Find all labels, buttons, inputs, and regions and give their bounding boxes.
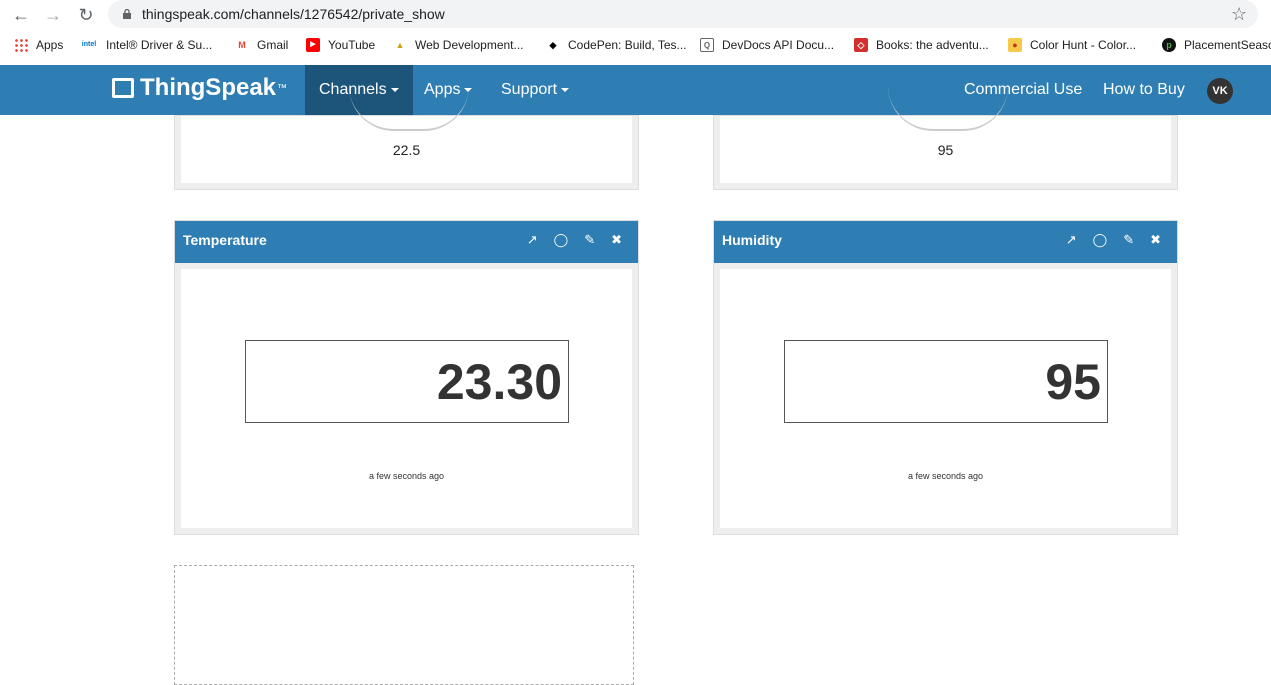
bookmark-label: Books: the adventu... bbox=[876, 38, 989, 52]
bookmark-label: YouTube bbox=[328, 38, 376, 52]
youtube-icon: ▶ bbox=[306, 38, 320, 52]
bookmark-placement[interactable]: p PlacementSeaso bbox=[1162, 38, 1271, 52]
nav-support-label: Support bbox=[501, 81, 558, 98]
forward-arrow-icon[interactable]: → bbox=[42, 4, 64, 26]
widget-header: Temperature ↗ ◯ ✎ ✖ bbox=[175, 221, 638, 263]
bookmark-intel[interactable]: intel Intel® Driver & Su... bbox=[80, 38, 212, 52]
gauge-value: 95 bbox=[937, 142, 954, 158]
url-text: thingspeak.com/channels/1276542/private_… bbox=[142, 6, 445, 22]
chat-bubble-logo-icon bbox=[112, 78, 134, 98]
nav-how-to-buy[interactable]: How to Buy bbox=[1089, 65, 1199, 115]
bookmark-youtube[interactable]: ▶ YouTube bbox=[306, 38, 375, 52]
bookmark-label: PlacementSeaso bbox=[1184, 38, 1271, 52]
gauge-arc bbox=[349, 86, 469, 131]
close-icon[interactable]: ✖ bbox=[611, 232, 622, 248]
nav-support[interactable]: Support bbox=[487, 65, 583, 115]
last-update-text: a few seconds ago bbox=[907, 471, 984, 481]
bookmark-webdev[interactable]: ▲ Web Development... bbox=[393, 38, 524, 52]
nav-how-to-buy-label: How to Buy bbox=[1103, 81, 1185, 98]
gauge-panel-body: 22.5 bbox=[181, 116, 632, 183]
bookmark-colorhunt[interactable]: ● Color Hunt - Color... bbox=[1008, 38, 1136, 52]
bookmark-label: DevDocs API Docu... bbox=[722, 38, 835, 52]
bookmark-books[interactable]: ◇ Books: the adventu... bbox=[854, 38, 989, 52]
comment-icon[interactable]: ◯ bbox=[554, 232, 569, 248]
back-arrow-icon[interactable]: ← bbox=[10, 4, 32, 26]
widget-tools: ↗ ◯ ✎ ✖ bbox=[527, 232, 622, 248]
bookmark-label: Intel® Driver & Su... bbox=[106, 38, 213, 52]
books-icon: ◇ bbox=[854, 38, 868, 52]
bookmark-devdocs[interactable]: Q DevDocs API Docu... bbox=[700, 38, 834, 52]
bookmark-label: Color Hunt - Color... bbox=[1030, 38, 1137, 52]
apps-grid-icon bbox=[14, 38, 28, 52]
gauge-value: 22.5 bbox=[392, 142, 421, 158]
widget-temperature: Temperature ↗ ◯ ✎ ✖ 23.30 a few seconds … bbox=[174, 220, 639, 535]
widget-title: Temperature bbox=[183, 232, 267, 248]
open-external-icon[interactable]: ↗ bbox=[1066, 232, 1077, 248]
bookmarks-bar: Apps intel Intel® Driver & Su... M Gmail… bbox=[0, 32, 1271, 62]
widget-title: Humidity bbox=[722, 232, 782, 248]
numeric-display: 23.30 bbox=[245, 340, 569, 423]
reload-icon[interactable]: ↻ bbox=[75, 4, 97, 26]
gauge-arc bbox=[888, 86, 1008, 131]
intel-icon: intel bbox=[81, 41, 97, 48]
gauge-panel-body: 95 bbox=[720, 116, 1171, 183]
bookmark-label: Apps bbox=[36, 38, 64, 52]
widget-tools: ↗ ◯ ✎ ✖ bbox=[1066, 232, 1161, 248]
thingspeak-logo[interactable]: ThingSpeak ™ bbox=[112, 74, 287, 102]
comment-icon[interactable]: ◯ bbox=[1093, 232, 1108, 248]
widget-body: 95 a few seconds ago bbox=[720, 269, 1171, 528]
numeric-display: 95 bbox=[784, 340, 1108, 423]
empty-widget-placeholder[interactable] bbox=[174, 565, 634, 685]
widget-body: 23.30 a few seconds ago bbox=[181, 269, 632, 528]
devdocs-icon: Q bbox=[700, 38, 714, 52]
close-icon[interactable]: ✖ bbox=[1150, 232, 1161, 248]
gmail-icon: M bbox=[238, 40, 246, 50]
widget-humidity: Humidity ↗ ◯ ✎ ✖ 95 a few seconds ago bbox=[713, 220, 1178, 535]
bookmark-label: CodePen: Build, Tes... bbox=[568, 38, 687, 52]
last-update-text: a few seconds ago bbox=[368, 471, 445, 481]
bookmark-gmail[interactable]: M Gmail bbox=[235, 38, 288, 52]
edit-pencil-icon[interactable]: ✎ bbox=[1123, 232, 1134, 248]
bookmark-apps[interactable]: Apps bbox=[14, 38, 63, 52]
placement-icon: p bbox=[1162, 38, 1176, 52]
lock-icon bbox=[123, 9, 131, 19]
thingspeak-navbar: ThingSpeak ™ Channels Apps Support Commer… bbox=[0, 65, 1271, 115]
colorhunt-icon: ● bbox=[1008, 38, 1022, 52]
bookmark-label: Web Development... bbox=[415, 38, 524, 52]
web-dev-icon: ▲ bbox=[395, 40, 405, 50]
gauge-panel-temperature: 22.5 bbox=[174, 115, 639, 190]
bookmark-label: Gmail bbox=[257, 38, 289, 52]
avatar[interactable]: VK bbox=[1207, 78, 1233, 104]
browser-address-bar: ← → ↻ thingspeak.com/channels/1276542/pr… bbox=[0, 0, 1271, 30]
open-external-icon[interactable]: ↗ bbox=[527, 232, 538, 248]
caret-down-icon bbox=[561, 87, 570, 92]
codepen-icon: ◆ bbox=[549, 40, 557, 50]
bookmark-star-icon[interactable]: ☆ bbox=[1231, 4, 1247, 25]
widget-header: Humidity ↗ ◯ ✎ ✖ bbox=[714, 221, 1177, 263]
brand-name: ThingSpeak bbox=[140, 74, 277, 101]
edit-pencil-icon[interactable]: ✎ bbox=[584, 232, 595, 248]
trademark: ™ bbox=[277, 82, 288, 94]
gauge-panel-humidity: 95 bbox=[713, 115, 1178, 190]
bookmark-codepen[interactable]: ◆ CodePen: Build, Tes... bbox=[546, 38, 687, 52]
